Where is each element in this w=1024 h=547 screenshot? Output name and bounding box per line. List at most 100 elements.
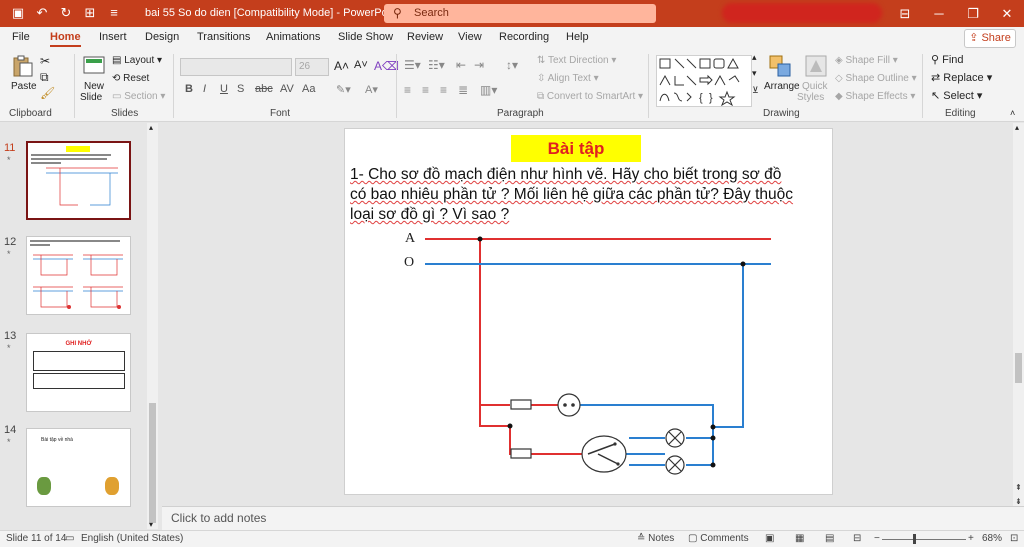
shape-fill-button[interactable]: ◈ Shape Fill ▾ [835, 55, 898, 66]
increase-font-icon[interactable]: A˄ [334, 59, 349, 73]
shapes-more-icon[interactable]: ⊻ [752, 85, 759, 96]
slide-thumbnail-13[interactable]: GHI NHỚ [26, 333, 131, 412]
search-input[interactable]: ⚲ Search [384, 4, 656, 23]
slide-thumbnail-12[interactable] [26, 236, 131, 315]
shape-outline-button[interactable]: ◇ Shape Outline ▾ [835, 73, 917, 84]
notes-toggle[interactable]: ≙ Notes [637, 533, 674, 544]
minimize-icon[interactable]: ─ [922, 0, 956, 27]
save-icon[interactable]: ▣ [8, 4, 28, 22]
font-family-select[interactable] [180, 58, 292, 76]
restore-icon[interactable]: ❐ [956, 0, 990, 27]
increase-indent-icon[interactable]: ⇥ [474, 58, 484, 72]
zoom-out-icon[interactable]: − [874, 533, 880, 544]
shapes-scroll-up-icon[interactable]: ▴ [752, 52, 757, 63]
numbering-icon[interactable]: ☷▾ [428, 58, 445, 72]
close-icon[interactable]: ✕ [990, 0, 1024, 27]
font-color-icon[interactable]: A▾ [365, 83, 378, 96]
scroll-thumb[interactable] [149, 403, 156, 523]
thumbnail-scrollbar[interactable]: ▴ ▾ [147, 123, 158, 529]
tab-help[interactable]: Help [566, 31, 589, 43]
undo-icon[interactable]: ↶ [32, 4, 52, 22]
char-spacing-button[interactable]: AV [280, 83, 294, 95]
tab-file[interactable]: File [12, 31, 30, 43]
quick-styles-icon[interactable] [804, 54, 828, 78]
highlight-icon[interactable]: ✎▾ [336, 83, 351, 96]
find-button[interactable]: ⚲ Find [931, 53, 964, 66]
align-left-icon[interactable]: ≡ [404, 83, 411, 97]
decrease-indent-icon[interactable]: ⇤ [456, 58, 466, 72]
zoom-slider-knob[interactable] [913, 534, 916, 544]
text-direction-button[interactable]: ⇅ Text Direction ▾ [537, 55, 616, 66]
notes-pane[interactable]: Click to add notes [162, 506, 1024, 530]
bold-button[interactable]: B [185, 83, 193, 95]
next-slide-icon[interactable]: ⇟ [1015, 497, 1022, 506]
editor-scrollbar[interactable]: ▴ ⇞ ⇟ [1013, 123, 1024, 506]
align-text-button[interactable]: ⇳ Align Text ▾ [537, 73, 599, 84]
tab-recording[interactable]: Recording [499, 31, 549, 43]
proofing-icon[interactable]: ▭ [65, 533, 74, 544]
slide-canvas[interactable]: Bài tập 1- Cho sơ đồ mạch điện như hình … [344, 128, 833, 495]
layout-button[interactable]: ▤ Layout ▾ [112, 55, 162, 66]
reading-view-icon[interactable]: ▤ [825, 533, 834, 544]
new-slide-icon[interactable] [82, 54, 106, 78]
new-slide-label-2[interactable]: Slide [80, 92, 102, 103]
language-indicator[interactable]: English (United States) [81, 533, 183, 544]
arrange-button[interactable]: Arrange [764, 81, 800, 92]
scroll-up-icon[interactable]: ▴ [149, 123, 153, 132]
line-spacing-icon[interactable]: ↕▾ [506, 58, 518, 72]
fit-slide-icon[interactable]: ⊡ [1010, 533, 1018, 544]
reset-button[interactable]: ⟲ Reset [112, 73, 149, 84]
arrange-icon[interactable] [768, 54, 792, 78]
present-icon[interactable]: ⊞ [80, 4, 100, 22]
ribbon-display-icon[interactable]: ⊟ [888, 0, 922, 27]
strikethrough-button[interactable]: abc [255, 83, 273, 95]
tab-insert[interactable]: Insert [99, 31, 127, 43]
quick-styles-label-2[interactable]: Styles [797, 92, 824, 103]
slideshow-view-icon[interactable]: ⊟ [853, 533, 861, 544]
font-size-select[interactable]: 26 [295, 58, 329, 76]
quick-styles-button[interactable]: Quick [802, 81, 828, 92]
slide-thumbnail-14[interactable]: Bài tập về nhà [26, 428, 131, 507]
paste-button[interactable]: Paste [11, 81, 37, 92]
tab-view[interactable]: View [458, 31, 482, 43]
smartart-button[interactable]: ⧉ Convert to SmartArt ▾ [537, 91, 643, 102]
tab-transitions[interactable]: Transitions [197, 31, 250, 43]
comments-toggle[interactable]: ▢ Comments [688, 533, 749, 544]
scroll-up-icon[interactable]: ▴ [1015, 123, 1019, 132]
new-slide-label[interactable]: New [84, 81, 104, 92]
italic-button[interactable]: I [203, 83, 206, 95]
shapes-scroll-down-icon[interactable]: ▾ [752, 68, 757, 79]
format-painter-icon[interactable]: 🖌 [40, 86, 55, 100]
justify-icon[interactable]: ≣ [458, 83, 468, 97]
share-button[interactable]: ⇪ Share [964, 29, 1016, 48]
columns-icon[interactable]: ▥▾ [480, 83, 497, 97]
align-right-icon[interactable]: ≡ [440, 83, 447, 97]
replace-button[interactable]: ⇄ Replace ▾ [931, 71, 992, 84]
paste-icon[interactable] [11, 54, 35, 78]
shape-effects-button[interactable]: ◆ Shape Effects ▾ [835, 91, 915, 102]
shadow-button[interactable]: S [237, 83, 244, 95]
zoom-slider[interactable] [882, 539, 966, 540]
decrease-font-icon[interactable]: A˅ [354, 59, 368, 71]
collapse-ribbon-icon[interactable]: ˄ [1010, 108, 1015, 118]
tab-review[interactable]: Review [407, 31, 443, 43]
customize-icon[interactable]: ≡ [104, 4, 124, 22]
prev-slide-icon[interactable]: ⇞ [1015, 483, 1022, 492]
change-case-button[interactable]: Aa [302, 83, 315, 95]
tab-slide-show[interactable]: Slide Show [338, 31, 393, 43]
zoom-level[interactable]: 68% [982, 533, 1002, 544]
scroll-down-icon[interactable]: ▾ [149, 520, 153, 529]
cut-icon[interactable]: ✂ [40, 54, 50, 68]
slide-thumbnail-11[interactable] [26, 141, 131, 220]
tab-design[interactable]: Design [145, 31, 179, 43]
bullets-icon[interactable]: ☰▾ [404, 58, 421, 72]
slide-sorter-icon[interactable]: ▦ [795, 533, 804, 544]
copy-icon[interactable]: ⧉ [40, 70, 49, 85]
section-button[interactable]: ▭ Section ▾ [112, 91, 165, 102]
shapes-gallery[interactable]: {} [656, 55, 752, 107]
tab-home[interactable]: Home [50, 31, 81, 47]
select-button[interactable]: ↖ Select ▾ [931, 89, 982, 102]
scroll-thumb[interactable] [1015, 353, 1022, 383]
underline-button[interactable]: U [220, 83, 228, 95]
redo-icon[interactable]: ↻ [56, 4, 76, 22]
